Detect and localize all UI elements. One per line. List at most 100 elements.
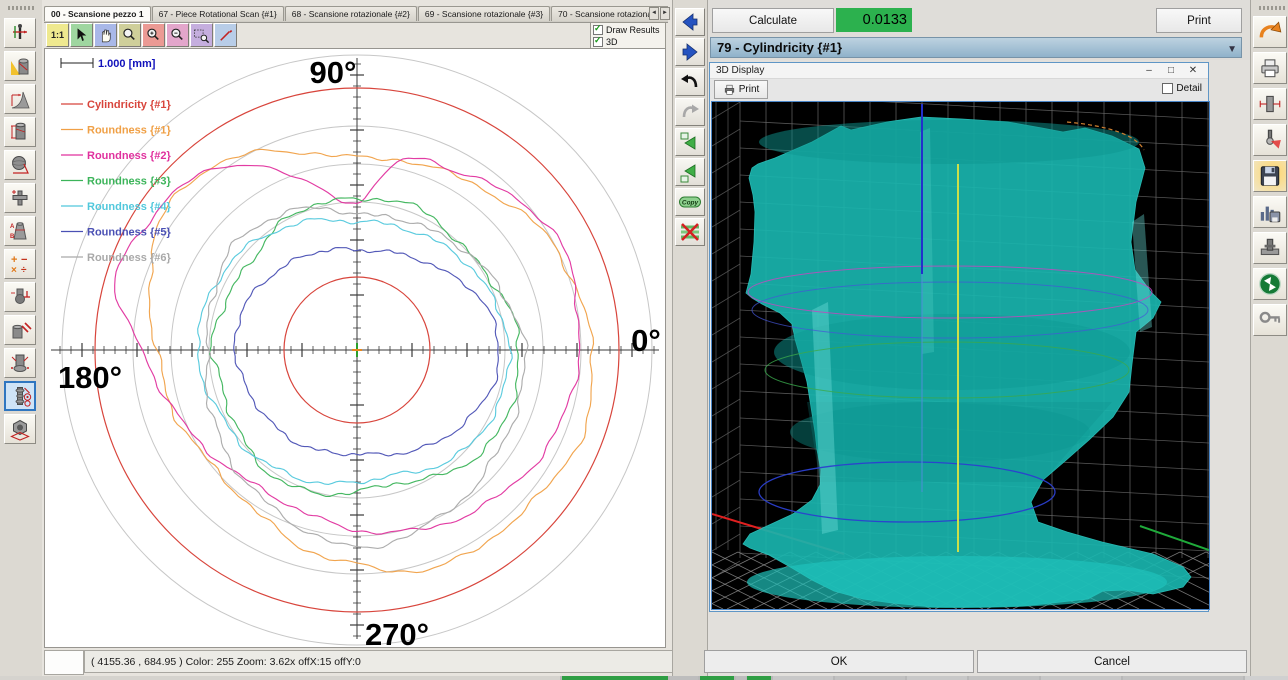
tab-scroll-left-button[interactable]: ◄ xyxy=(649,7,659,20)
dimension-part-icon[interactable] xyxy=(1253,88,1287,120)
profile-measure-icon[interactable] xyxy=(4,84,36,114)
calculate-button[interactable]: Calculate xyxy=(712,8,834,33)
step-forward-button[interactable] xyxy=(675,38,705,66)
printer-icon[interactable] xyxy=(1253,52,1287,84)
taskbar-segment-1[interactable] xyxy=(562,676,668,680)
scan-tab-2[interactable]: 68 - Scansione rotazionale {#2} xyxy=(285,6,417,21)
insert-before-button[interactable] xyxy=(675,128,705,156)
part-align-icon[interactable] xyxy=(4,51,36,81)
angle-ab-icon[interactable]: AB xyxy=(4,216,36,246)
taskbar-segment-5[interactable] xyxy=(747,676,771,680)
svg-text:Roundness {#6}: Roundness {#6} xyxy=(87,252,171,264)
scan-tab-3[interactable]: 69 - Scansione rotazionale {#3} xyxy=(418,6,550,21)
minimize-icon[interactable]: – xyxy=(1138,63,1160,78)
svg-text:Cylindricity {#1}: Cylindricity {#1} xyxy=(87,99,171,111)
cylinder-dimension-icon[interactable] xyxy=(4,117,36,147)
svg-text:Copy: Copy xyxy=(682,199,699,206)
tab-scroll-right-button[interactable]: ► xyxy=(660,7,670,20)
plot-option-1[interactable]: ✓3D xyxy=(593,36,663,48)
print-button[interactable]: Print xyxy=(1156,8,1242,33)
delete-button[interactable] xyxy=(675,218,705,246)
svg-text:Roundness {#3}: Roundness {#3} xyxy=(87,176,171,188)
taskbar-segment-8[interactable] xyxy=(907,676,967,680)
sphere-dimension-icon[interactable] xyxy=(4,150,36,180)
svg-text:×: × xyxy=(11,265,17,276)
toolbar-grip[interactable] xyxy=(8,6,34,10)
pan-tool-button[interactable] xyxy=(94,23,117,47)
taskbar-segment-11[interactable] xyxy=(1123,676,1243,680)
perpendicularity-icon[interactable] xyxy=(4,282,36,312)
svg-text:90°: 90° xyxy=(310,55,357,90)
polar-plot-canvas[interactable]: 90°0°180°270°1.000 [mm]Cylindricity {#1}… xyxy=(44,48,666,648)
zoom-tool-button[interactable] xyxy=(118,23,141,47)
polar-roundness-chart: 90°0°180°270°1.000 [mm]Cylindricity {#1}… xyxy=(45,49,665,647)
measurement-selector[interactable]: 79 - Cylindricity {#1} ▼ xyxy=(710,37,1242,58)
taskbar-segment-9[interactable] xyxy=(969,676,1039,680)
svg-text:180°: 180° xyxy=(58,360,122,395)
annotate-button[interactable] xyxy=(214,23,237,47)
taskbar-segment-6[interactable] xyxy=(773,676,833,680)
3d-window-toolbar: Print Detail xyxy=(710,79,1208,101)
undo-icon[interactable] xyxy=(1253,16,1287,48)
toolbar-grip[interactable] xyxy=(1259,6,1285,10)
copy-button[interactable]: Copy xyxy=(675,188,705,216)
roundness-scan-icon[interactable] xyxy=(4,381,36,411)
zoom-region-button[interactable] xyxy=(190,23,213,47)
zoom-in-button[interactable] xyxy=(142,23,165,47)
taskbar-segment-3[interactable] xyxy=(700,676,734,680)
dialog-background: 3D Display – □ ✕ Print Detail xyxy=(708,60,1250,676)
chevron-down-icon[interactable]: ▼ xyxy=(1227,40,1237,59)
cross-dimension-icon[interactable] xyxy=(4,183,36,213)
probe-calibration-icon[interactable] xyxy=(1253,124,1287,156)
taskbar-segment-12[interactable] xyxy=(1245,676,1288,680)
results-panel: Calculate 0.0133 Print 79 - Cylindricity… xyxy=(708,0,1250,680)
3d-window-title: 3D Display xyxy=(716,65,764,76)
zoom-out-button[interactable] xyxy=(166,23,189,47)
plot-option-0[interactable]: ✓Draw Results xyxy=(593,24,663,36)
detail-checkbox-box[interactable] xyxy=(1162,83,1173,94)
save-icon[interactable] xyxy=(1253,160,1287,192)
recalculate-icon[interactable] xyxy=(1253,268,1287,300)
maximize-icon[interactable]: □ xyxy=(1160,63,1182,78)
taskbar-segment-7[interactable] xyxy=(835,676,905,680)
undo-button[interactable] xyxy=(675,68,705,96)
checkbox-icon[interactable]: ✓ xyxy=(593,37,603,47)
redo-button[interactable] xyxy=(675,98,705,126)
cancel-button[interactable]: Cancel xyxy=(977,650,1247,673)
scan-tab-bar: 00 - Scansione pezzo 167 - Piece Rotatio… xyxy=(44,6,668,23)
parallelism-icon[interactable] xyxy=(4,315,36,345)
3d-cylindricity-render xyxy=(712,102,1209,609)
insert-after-button[interactable] xyxy=(675,158,705,186)
taskbar-sliver[interactable] xyxy=(0,676,1288,680)
ok-button[interactable]: OK xyxy=(704,650,974,673)
svg-text:÷: ÷ xyxy=(21,265,27,276)
security-key-icon[interactable] xyxy=(1253,304,1287,336)
taskbar-segment-4[interactable] xyxy=(736,676,746,680)
3d-window-titlebar[interactable]: 3D Display – □ ✕ xyxy=(710,63,1208,79)
3d-display-window: 3D Display – □ ✕ Print Detail xyxy=(709,62,1209,612)
svg-text:1.000 [mm]: 1.000 [mm] xyxy=(98,58,156,70)
probe-setup-icon[interactable] xyxy=(4,18,36,48)
cursor-tool-button[interactable] xyxy=(70,23,93,47)
zoom-1to1-button[interactable]: 1:1 xyxy=(46,23,69,47)
taskbar-segment-10[interactable] xyxy=(1041,676,1121,680)
taskbar-segment-2[interactable] xyxy=(670,676,698,680)
scan-tab-0[interactable]: 00 - Scansione pezzo 1 xyxy=(44,6,151,21)
step-back-button[interactable] xyxy=(675,8,705,36)
plot-options-panel: ✓Draw Results✓3D xyxy=(590,22,666,50)
runout-icon[interactable] xyxy=(4,348,36,378)
nut-dimension-icon[interactable] xyxy=(4,414,36,444)
3d-viewport[interactable] xyxy=(711,101,1210,610)
fixture-icon[interactable] xyxy=(1253,232,1287,264)
math-operations-icon[interactable]: +−×÷ xyxy=(4,249,36,279)
close-icon[interactable]: ✕ xyxy=(1182,63,1204,78)
scan-tab-1[interactable]: 67 - Piece Rotational Scan {#1} xyxy=(152,6,284,21)
checkbox-icon[interactable]: ✓ xyxy=(593,25,603,35)
report-save-icon[interactable] xyxy=(1253,196,1287,228)
taskbar-segment-0[interactable] xyxy=(0,676,560,680)
detail-checkbox[interactable]: Detail xyxy=(1162,83,1202,94)
svg-text:Roundness {#5}: Roundness {#5} xyxy=(87,227,171,239)
status-left-cell xyxy=(44,650,84,675)
3d-print-button[interactable]: Print xyxy=(714,80,768,99)
3d-print-label: Print xyxy=(739,84,760,95)
